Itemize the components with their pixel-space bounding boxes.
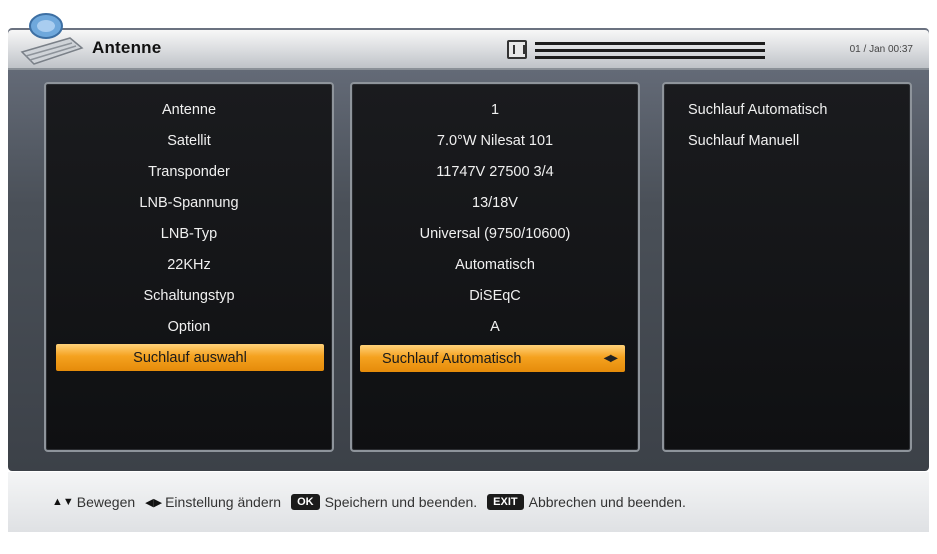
label-suchlauf-auswahl-selected[interactable]: Suchlauf auswahl (56, 344, 324, 371)
settings-labels-panel: Antenne Satellit Transponder LNB-Spannun… (44, 82, 334, 452)
label-lnb-spannung[interactable]: LNB-Spannung (46, 187, 332, 218)
left-right-arrow-icon: ◀▶ (603, 353, 618, 364)
value-lnb-typ[interactable]: Universal (9750/10600) (352, 218, 638, 249)
help-change: ◀▶ Einstellung ändern (145, 494, 281, 510)
page-title: Antenne (92, 38, 162, 57)
options-panel: Suchlauf Automatisch Suchlauf Manuell (662, 82, 912, 452)
help-change-label: Einstellung ändern (165, 494, 282, 510)
signal-indicator (507, 40, 767, 60)
help-move: ▲▼ Bewegen (52, 494, 135, 510)
help-exit-label: Abbrechen und beenden. (528, 494, 686, 510)
value-option[interactable]: A (352, 311, 638, 342)
exit-key-icon: EXIT (487, 494, 524, 510)
label-satellit[interactable]: Satellit (46, 125, 332, 156)
signal-bar-middle (535, 49, 765, 52)
left-right-arrow-icon: ◀▶ (145, 496, 163, 509)
settings-values-panel: 1 7.0°W Nilesat 101 11747V 27500 3/4 13/… (350, 82, 640, 452)
help-exit: EXIT Abbrechen und beenden. (487, 494, 686, 510)
value-suchlauf-auswahl-selected[interactable]: Suchlauf Automatisch ◀▶ (360, 345, 625, 372)
label-antenne[interactable]: Antenne (46, 94, 332, 125)
signal-icon (507, 40, 527, 59)
label-option[interactable]: Option (46, 311, 332, 342)
signal-bar-top (535, 42, 765, 45)
label-lnb-typ[interactable]: LNB-Typ (46, 218, 332, 249)
option-suchlauf-automatisch[interactable]: Suchlauf Automatisch (664, 94, 910, 125)
help-move-label: Bewegen (76, 494, 136, 510)
value-transponder[interactable]: 11747V 27500 3/4 (352, 156, 638, 187)
label-schaltungstyp[interactable]: Schaltungstyp (46, 280, 332, 311)
value-antenne[interactable]: 1 (352, 94, 638, 125)
suchlauf-value-text: Suchlauf Automatisch (382, 350, 522, 367)
label-transponder[interactable]: Transponder (46, 156, 332, 187)
ok-key-icon: OK (291, 494, 320, 510)
value-satellit[interactable]: 7.0°W Nilesat 101 (352, 125, 638, 156)
label-22khz[interactable]: 22KHz (46, 249, 332, 280)
signal-bar-bottom (535, 56, 765, 59)
help-bar: ▲▼ Bewegen ◀▶ Einstellung ändern OK Spei… (8, 472, 929, 532)
option-suchlauf-manuell[interactable]: Suchlauf Manuell (664, 125, 910, 156)
satellite-dish-icon (20, 13, 84, 65)
help-ok-label: Speichern und beenden. (324, 494, 478, 510)
help-ok: OK Speichern und beenden. (291, 494, 477, 510)
value-lnb-spannung[interactable]: 13/18V (352, 187, 638, 218)
value-schaltungstyp[interactable]: DiSEqC (352, 280, 638, 311)
up-down-arrow-icon: ▲▼ (52, 496, 74, 508)
value-22khz[interactable]: Automatisch (352, 249, 638, 280)
datetime: 01 / Jan 00:37 (849, 44, 913, 55)
